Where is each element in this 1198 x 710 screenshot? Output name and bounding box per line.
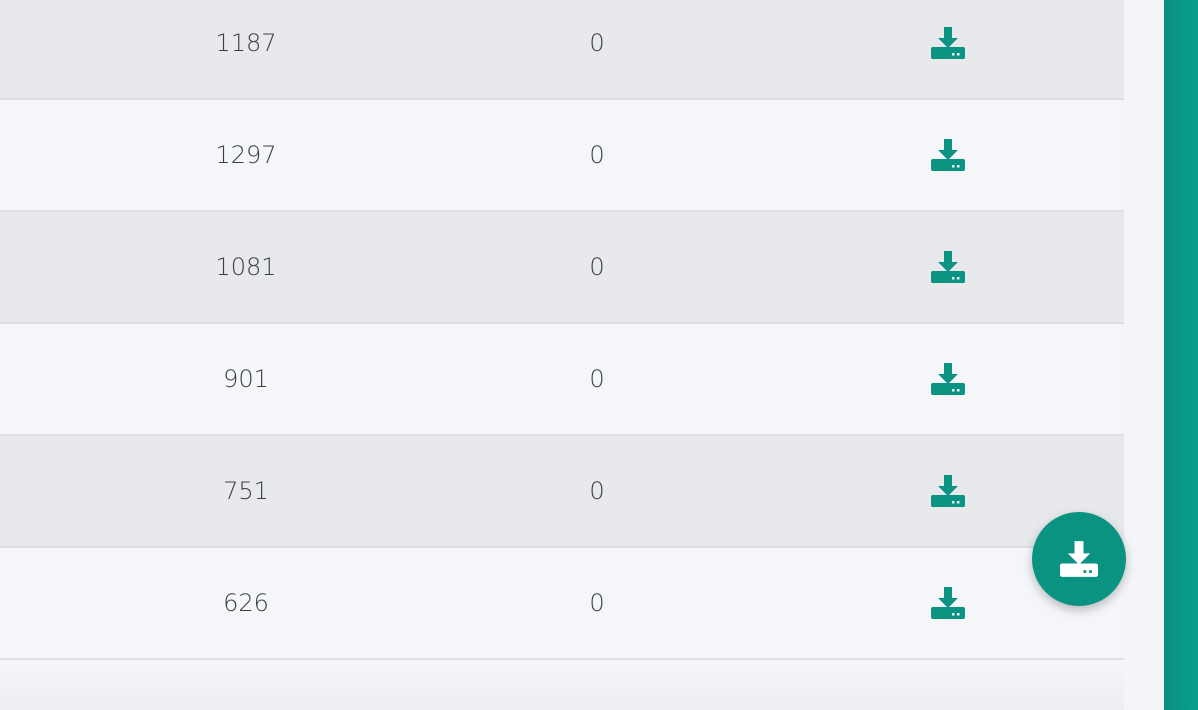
count-cell: 901 bbox=[223, 365, 269, 393]
download-icon bbox=[931, 27, 965, 59]
table-footer bbox=[0, 661, 1140, 710]
page: 1187 0 1297 0 1081 0 901 0 751 0 626 0 bbox=[0, 0, 1198, 710]
download-button[interactable] bbox=[928, 135, 968, 175]
download-icon bbox=[931, 363, 965, 395]
count-cell: 1297 bbox=[215, 141, 277, 169]
value-cell: 0 bbox=[589, 365, 605, 393]
action-cell bbox=[848, 212, 1048, 322]
action-cell bbox=[848, 436, 1048, 546]
table-row: 626 0 bbox=[0, 548, 1124, 660]
action-cell bbox=[848, 324, 1048, 434]
table-row: 901 0 bbox=[0, 324, 1124, 436]
download-all-fab[interactable] bbox=[1032, 512, 1126, 606]
download-button[interactable] bbox=[928, 471, 968, 511]
count-cell: 626 bbox=[223, 589, 269, 617]
value-cell: 0 bbox=[589, 253, 605, 281]
download-icon bbox=[931, 587, 965, 619]
data-table: 1187 0 1297 0 1081 0 901 0 751 0 626 0 bbox=[0, 0, 1124, 710]
table-gutter bbox=[1124, 0, 1164, 710]
table-row: 1297 0 bbox=[0, 100, 1124, 212]
download-button[interactable] bbox=[928, 23, 968, 63]
table-row: 1081 0 bbox=[0, 212, 1124, 324]
table-row: 1187 0 bbox=[0, 0, 1124, 100]
download-button[interactable] bbox=[928, 583, 968, 623]
download-icon bbox=[931, 139, 965, 171]
download-icon bbox=[931, 251, 965, 283]
download-button[interactable] bbox=[928, 359, 968, 399]
download-button[interactable] bbox=[928, 247, 968, 287]
value-cell: 0 bbox=[589, 589, 605, 617]
side-panel-edge bbox=[1164, 0, 1198, 710]
action-cell bbox=[848, 548, 1048, 658]
count-cell: 1187 bbox=[215, 29, 277, 57]
value-cell: 0 bbox=[589, 29, 605, 57]
download-icon bbox=[1060, 541, 1098, 577]
action-cell bbox=[848, 100, 1048, 210]
action-cell bbox=[848, 0, 1048, 98]
count-cell: 751 bbox=[223, 477, 269, 505]
count-cell: 1081 bbox=[215, 253, 277, 281]
value-cell: 0 bbox=[589, 141, 605, 169]
download-icon bbox=[931, 475, 965, 507]
value-cell: 0 bbox=[589, 477, 605, 505]
table-row: 751 0 bbox=[0, 436, 1124, 548]
